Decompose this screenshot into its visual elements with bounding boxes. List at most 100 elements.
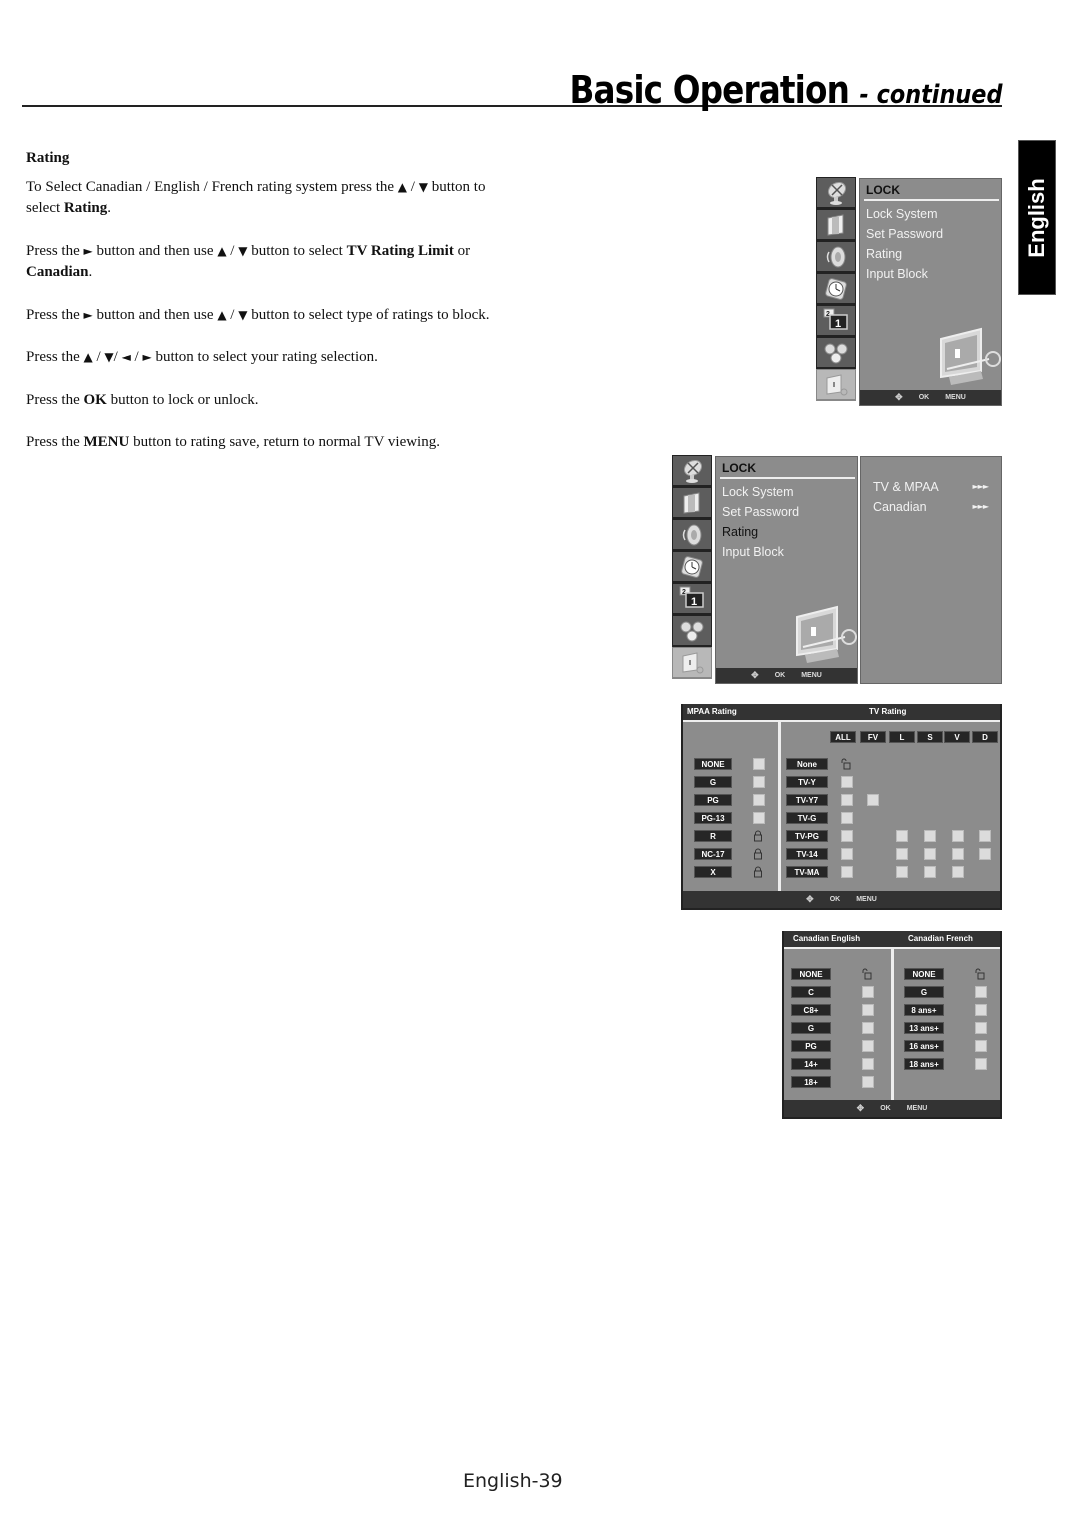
canadian-french-rating[interactable]: G bbox=[904, 986, 944, 998]
rating-checkbox[interactable] bbox=[753, 776, 765, 788]
rating-checkbox[interactable] bbox=[753, 758, 765, 770]
speaker-icon[interactable] bbox=[672, 519, 712, 551]
tv-column-s[interactable]: S bbox=[917, 731, 943, 743]
rating-checkbox[interactable] bbox=[952, 830, 964, 842]
rating-checkbox[interactable] bbox=[862, 1040, 874, 1052]
canadian-english-rating[interactable]: 18+ bbox=[791, 1076, 831, 1088]
rating-checkbox[interactable] bbox=[862, 986, 874, 998]
tv-column-v[interactable]: V bbox=[944, 731, 970, 743]
menu-item-lock-system[interactable]: Lock System bbox=[866, 204, 943, 224]
rating-checkbox[interactable] bbox=[862, 1058, 874, 1070]
rating-checkbox[interactable] bbox=[841, 812, 853, 824]
unlock-icon[interactable] bbox=[841, 758, 851, 770]
rating-checkbox[interactable] bbox=[952, 866, 964, 878]
rating-checkbox[interactable] bbox=[975, 1022, 987, 1034]
rating-checkbox[interactable] bbox=[841, 830, 853, 842]
clock-icon[interactable] bbox=[672, 551, 712, 583]
tv-column-d[interactable]: D bbox=[972, 731, 998, 743]
rating-checkbox[interactable] bbox=[975, 1040, 987, 1052]
rating-checkbox[interactable] bbox=[862, 1004, 874, 1016]
canadian-english-rating[interactable]: C bbox=[791, 986, 831, 998]
menu-item-lock-system[interactable]: Lock System bbox=[722, 482, 799, 502]
lock-icon[interactable] bbox=[753, 866, 763, 878]
menu-item-set-password[interactable]: Set Password bbox=[722, 502, 799, 522]
submenu-item-canadian[interactable]: Canadian ►►► bbox=[873, 497, 989, 517]
rating-checkbox[interactable] bbox=[841, 776, 853, 788]
tv-rating-tv-y[interactable]: TV-Y bbox=[786, 776, 828, 788]
rating-checkbox[interactable] bbox=[979, 848, 991, 860]
tv-column-all[interactable]: ALL bbox=[830, 731, 856, 743]
menu-item-rating[interactable]: Rating bbox=[866, 244, 943, 264]
picture-icon[interactable] bbox=[816, 209, 856, 241]
tv-rating-tv-y7[interactable]: TV-Y7 bbox=[786, 794, 828, 806]
rating-checkbox[interactable] bbox=[896, 866, 908, 878]
rating-checkbox[interactable] bbox=[867, 794, 879, 806]
canadian-french-rating[interactable]: 18 ans+ bbox=[904, 1058, 944, 1070]
settings-gears-icon[interactable] bbox=[672, 615, 712, 647]
canadian-english-rating[interactable]: 14+ bbox=[791, 1058, 831, 1070]
rating-checkbox[interactable] bbox=[841, 794, 853, 806]
satellite-dish-icon[interactable] bbox=[672, 455, 712, 487]
mpaa-rating-none[interactable]: NONE bbox=[694, 758, 732, 770]
clock-icon[interactable] bbox=[816, 273, 856, 305]
speaker-icon[interactable] bbox=[816, 241, 856, 273]
submenu-item-tv-mpaa[interactable]: TV & MPAA ►►► bbox=[873, 477, 989, 497]
rating-checkbox[interactable] bbox=[979, 830, 991, 842]
menu-item-rating[interactable]: Rating bbox=[722, 522, 799, 542]
lock-tv-icon[interactable] bbox=[672, 647, 712, 679]
tv-rating-tv-ma[interactable]: TV-MA bbox=[786, 866, 828, 878]
rating-checkbox[interactable] bbox=[841, 848, 853, 860]
tv-rating-tv-14[interactable]: TV-14 bbox=[786, 848, 828, 860]
mpaa-rating-r[interactable]: R bbox=[694, 830, 732, 842]
mpaa-rating-g[interactable]: G bbox=[694, 776, 732, 788]
mpaa-rating-nc-17[interactable]: NC-17 bbox=[694, 848, 732, 860]
rating-checkbox[interactable] bbox=[924, 866, 936, 878]
mpaa-rating-pg[interactable]: PG bbox=[694, 794, 732, 806]
instruction-paragraph: To Select Canadian / English / French ra… bbox=[26, 177, 496, 220]
satellite-dish-icon[interactable] bbox=[816, 177, 856, 209]
rating-checkbox[interactable] bbox=[975, 1058, 987, 1070]
lock-icon[interactable] bbox=[753, 830, 763, 842]
tv-rating-tv-pg[interactable]: TV-PG bbox=[786, 830, 828, 842]
canadian-french-rating[interactable]: 8 ans+ bbox=[904, 1004, 944, 1016]
menu-item-input-block[interactable]: Input Block bbox=[722, 542, 799, 562]
lock-icon[interactable] bbox=[753, 848, 763, 860]
canadian-english-rating[interactable]: PG bbox=[791, 1040, 831, 1052]
mpaa-rating-x[interactable]: X bbox=[694, 866, 732, 878]
picture-icon[interactable] bbox=[672, 487, 712, 519]
menu-item-set-password[interactable]: Set Password bbox=[866, 224, 943, 244]
rating-checkbox[interactable] bbox=[862, 1076, 874, 1088]
lock-tv-icon[interactable] bbox=[816, 369, 856, 401]
unlock-icon[interactable] bbox=[975, 968, 985, 980]
rating-checkbox[interactable] bbox=[975, 1004, 987, 1016]
pip-icon[interactable] bbox=[816, 305, 856, 337]
canadian-english-rating[interactable]: C8+ bbox=[791, 1004, 831, 1016]
settings-gears-icon[interactable] bbox=[816, 337, 856, 369]
canadian-french-rating[interactable]: NONE bbox=[904, 968, 944, 980]
menu-item-input-block[interactable]: Input Block bbox=[866, 264, 943, 284]
ok-hint: OK bbox=[829, 896, 841, 903]
rating-checkbox[interactable] bbox=[975, 986, 987, 998]
pip-icon[interactable] bbox=[672, 583, 712, 615]
emphasis: Canadian bbox=[26, 264, 89, 280]
canadian-french-rating[interactable]: 13 ans+ bbox=[904, 1022, 944, 1034]
rating-checkbox[interactable] bbox=[753, 794, 765, 806]
tv-rating-tv-g[interactable]: TV-G bbox=[786, 812, 828, 824]
unlock-icon[interactable] bbox=[862, 968, 872, 980]
mpaa-rating-pg-13[interactable]: PG-13 bbox=[694, 812, 732, 824]
rating-checkbox[interactable] bbox=[841, 866, 853, 878]
tv-column-fv[interactable]: FV bbox=[860, 731, 886, 743]
tv-column-l[interactable]: L bbox=[889, 731, 915, 743]
rating-checkbox[interactable] bbox=[952, 848, 964, 860]
lock-menu-pane: LOCK Lock System Set Password Rating Inp… bbox=[715, 456, 858, 684]
rating-checkbox[interactable] bbox=[753, 812, 765, 824]
canadian-english-rating[interactable]: NONE bbox=[791, 968, 831, 980]
rating-checkbox[interactable] bbox=[862, 1022, 874, 1034]
rating-checkbox[interactable] bbox=[924, 830, 936, 842]
rating-checkbox[interactable] bbox=[896, 830, 908, 842]
rating-checkbox[interactable] bbox=[924, 848, 936, 860]
canadian-english-rating[interactable]: G bbox=[791, 1022, 831, 1034]
rating-checkbox[interactable] bbox=[896, 848, 908, 860]
tv-rating-none[interactable]: None bbox=[786, 758, 828, 770]
canadian-french-rating[interactable]: 16 ans+ bbox=[904, 1040, 944, 1052]
